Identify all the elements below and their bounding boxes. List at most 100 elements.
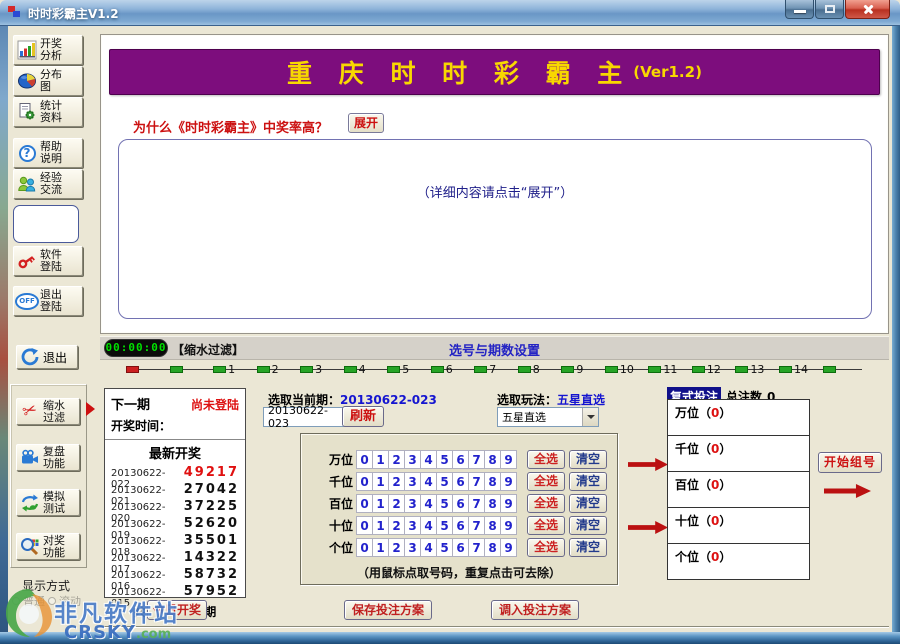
digit-cell[interactable]: 5 bbox=[436, 450, 453, 469]
sidebar-button-login[interactable]: 软件登陆 bbox=[13, 246, 83, 276]
digit-cell[interactable]: 3 bbox=[404, 494, 421, 513]
slider-block[interactable] bbox=[474, 366, 487, 373]
digit-cell[interactable]: 0 bbox=[356, 494, 373, 513]
digit-cell[interactable]: 6 bbox=[452, 538, 469, 557]
digit-cell[interactable]: 9 bbox=[500, 516, 517, 535]
sidebar-button-logout[interactable]: OFF 退出登陆 bbox=[13, 286, 83, 316]
digit-cell[interactable]: 3 bbox=[404, 472, 421, 491]
tool-button-simulate[interactable]: 模拟测试 bbox=[16, 489, 80, 516]
digit-cell[interactable]: 4 bbox=[420, 538, 437, 557]
digit-cell[interactable]: 5 bbox=[436, 494, 453, 513]
clear-button[interactable]: 清空 bbox=[569, 538, 607, 557]
digit-cell[interactable]: 0 bbox=[356, 472, 373, 491]
select-all-button[interactable]: 全选 bbox=[527, 472, 565, 491]
maximize-button[interactable] bbox=[815, 0, 844, 19]
slider-segment[interactable]: 4 bbox=[344, 360, 388, 378]
digit-cell[interactable]: 8 bbox=[484, 494, 501, 513]
slider-block[interactable] bbox=[213, 366, 226, 373]
digit-cell[interactable]: 4 bbox=[420, 450, 437, 469]
tool-button-check-prize[interactable]: 对奖功能 bbox=[16, 533, 80, 560]
digit-cell[interactable]: 5 bbox=[436, 472, 453, 491]
slider-block[interactable] bbox=[170, 366, 183, 373]
digit-cell[interactable]: 6 bbox=[452, 516, 469, 535]
digit-cell[interactable]: 0 bbox=[356, 516, 373, 535]
slider-block[interactable] bbox=[387, 366, 400, 373]
digit-cell[interactable]: 8 bbox=[484, 472, 501, 491]
digit-cell[interactable]: 0 bbox=[356, 538, 373, 557]
slider-block[interactable] bbox=[779, 366, 792, 373]
digit-cell[interactable]: 7 bbox=[468, 450, 485, 469]
slider-segment[interactable]: 6 bbox=[431, 360, 475, 378]
digit-cell[interactable]: 6 bbox=[452, 450, 469, 469]
select-all-button[interactable]: 全选 bbox=[527, 450, 565, 469]
chevron-down-icon[interactable] bbox=[582, 408, 598, 426]
digit-cell[interactable]: 4 bbox=[420, 494, 437, 513]
slider-block[interactable] bbox=[431, 366, 444, 373]
tool-button-replay[interactable]: 复盘功能 bbox=[16, 444, 80, 471]
slider-segment[interactable]: 9 bbox=[561, 360, 605, 378]
digit-cell[interactable]: 1 bbox=[372, 516, 389, 535]
slider-segment[interactable]: 3 bbox=[300, 360, 344, 378]
slider-segment[interactable]: 10 bbox=[605, 360, 649, 378]
select-all-button[interactable]: 全选 bbox=[527, 494, 565, 513]
slider-segment[interactable]: 11 bbox=[648, 360, 692, 378]
digit-cell[interactable]: 1 bbox=[372, 494, 389, 513]
digit-cell[interactable]: 8 bbox=[484, 516, 501, 535]
clear-button[interactable]: 清空 bbox=[569, 494, 607, 513]
slider-segment[interactable]: 1 bbox=[213, 360, 257, 378]
sidebar-button-experience[interactable]: 经验交流 bbox=[13, 169, 83, 199]
start-combine-button[interactable]: 开始组号 bbox=[818, 452, 882, 473]
select-all-button[interactable]: 全选 bbox=[527, 516, 565, 535]
digit-cell[interactable]: 7 bbox=[468, 538, 485, 557]
slider-block[interactable] bbox=[561, 366, 574, 373]
select-all-button[interactable]: 全选 bbox=[527, 538, 565, 557]
refresh-button[interactable]: 刷新 bbox=[342, 406, 384, 427]
slider-block[interactable] bbox=[823, 366, 836, 373]
digit-cell[interactable]: 4 bbox=[420, 472, 437, 491]
sidebar-button-distribution[interactable]: 分布图 bbox=[13, 66, 83, 96]
digit-cell[interactable]: 4 bbox=[420, 516, 437, 535]
save-plan-button[interactable]: 保存投注方案 bbox=[344, 600, 432, 620]
slider-block[interactable] bbox=[344, 366, 357, 373]
sidebar-button-exit[interactable]: 退出 bbox=[16, 345, 78, 369]
sidebar-button-help[interactable]: ? 帮助说明 bbox=[13, 138, 83, 168]
slider-segment[interactable]: 14 bbox=[779, 360, 823, 378]
digit-cell[interactable]: 2 bbox=[388, 494, 405, 513]
digit-cell[interactable]: 9 bbox=[500, 450, 517, 469]
slider-segment[interactable]: 8 bbox=[518, 360, 562, 378]
slider-block[interactable] bbox=[257, 366, 270, 373]
slider-segment[interactable]: 2 bbox=[257, 360, 301, 378]
period-slider[interactable]: 1 2 3 4 5 6 7 8 9 10 11 12 13 14 bbox=[126, 360, 866, 378]
load-plan-button[interactable]: 调入投注方案 bbox=[491, 600, 579, 620]
digit-cell[interactable]: 2 bbox=[388, 472, 405, 491]
digit-cell[interactable]: 9 bbox=[500, 538, 517, 557]
slider-block[interactable] bbox=[692, 366, 705, 373]
digit-cell[interactable]: 3 bbox=[404, 538, 421, 557]
minimize-button[interactable] bbox=[785, 0, 814, 19]
slider-block[interactable] bbox=[648, 366, 661, 373]
close-button[interactable] bbox=[845, 0, 890, 19]
digit-cell[interactable]: 3 bbox=[404, 450, 421, 469]
slider-block[interactable] bbox=[300, 366, 313, 373]
sidebar-button-statistics[interactable]: 统计资料 bbox=[13, 97, 83, 127]
slider-block[interactable] bbox=[518, 366, 531, 373]
digit-cell[interactable]: 5 bbox=[436, 538, 453, 557]
digit-cell[interactable]: 1 bbox=[372, 472, 389, 491]
slider-segment[interactable] bbox=[823, 360, 867, 378]
digit-cell[interactable]: 6 bbox=[452, 494, 469, 513]
tool-button-shrink-filter[interactable]: ✂ 缩水过滤 bbox=[16, 398, 80, 425]
slider-segment[interactable] bbox=[170, 360, 214, 378]
digit-cell[interactable]: 1 bbox=[372, 450, 389, 469]
slider-block[interactable] bbox=[605, 366, 618, 373]
clear-button[interactable]: 清空 bbox=[569, 472, 607, 491]
clear-button[interactable]: 清空 bbox=[569, 516, 607, 535]
digit-cell[interactable]: 1 bbox=[372, 538, 389, 557]
digit-cell[interactable]: 0 bbox=[356, 450, 373, 469]
slider-segment[interactable]: 12 bbox=[692, 360, 736, 378]
digit-cell[interactable]: 8 bbox=[484, 538, 501, 557]
slider-segment[interactable] bbox=[126, 360, 170, 378]
digit-cell[interactable]: 9 bbox=[500, 472, 517, 491]
digit-cell[interactable]: 8 bbox=[484, 450, 501, 469]
digit-cell[interactable]: 2 bbox=[388, 516, 405, 535]
clear-button[interactable]: 清空 bbox=[569, 450, 607, 469]
